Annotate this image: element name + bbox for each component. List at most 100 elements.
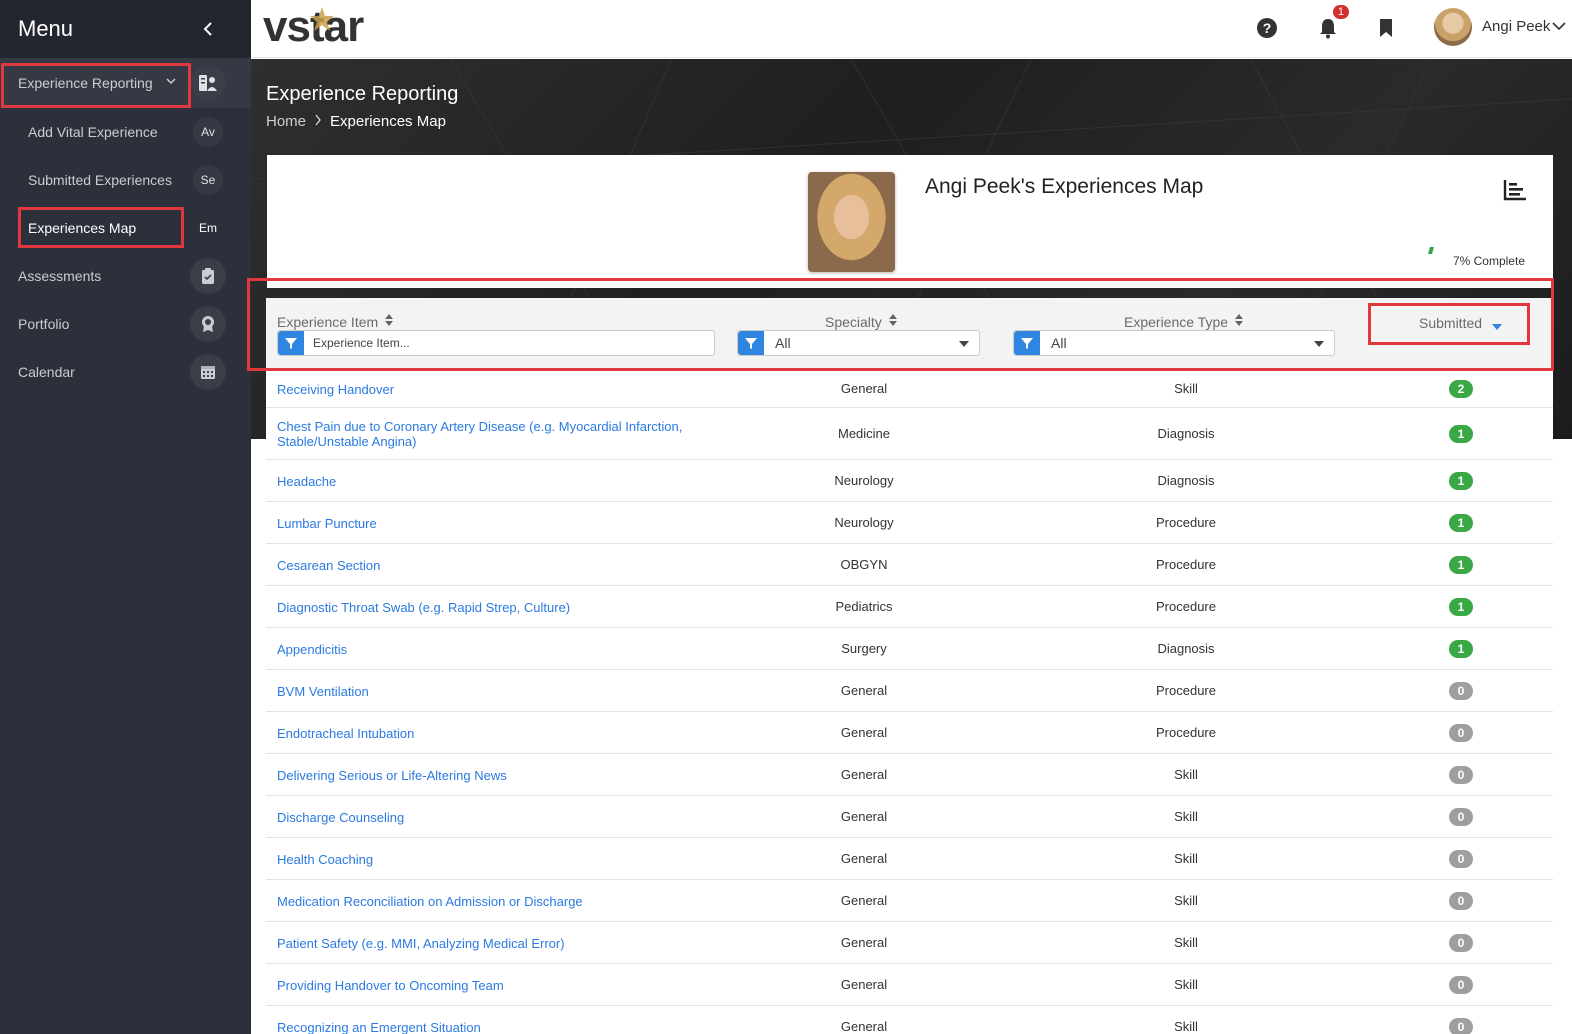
experience-type-cell: Skill xyxy=(1174,1019,1198,1034)
avatar[interactable] xyxy=(1434,8,1472,46)
submitted-count-badge: 0 xyxy=(1449,850,1473,868)
submitted-count-badge: 0 xyxy=(1449,976,1473,994)
experience-item-link[interactable]: Endotracheal Intubation xyxy=(277,726,717,741)
caret-down-icon xyxy=(1314,334,1324,352)
sort-icon xyxy=(384,313,394,330)
experience-type-cell: Procedure xyxy=(1156,683,1216,698)
table-row: Patient Safety (e.g. MMI, Analyzing Medi… xyxy=(266,922,1553,964)
bookmark-icon[interactable] xyxy=(1372,14,1400,42)
sidebar-item-calendar[interactable]: Calendar xyxy=(0,348,251,396)
sidebar-item-badge: Se xyxy=(193,165,223,195)
sidebar-item-experiences-map[interactable]: Experiences Map Em xyxy=(0,204,251,252)
column-header-label: Submitted xyxy=(1419,315,1483,331)
filter-icon[interactable] xyxy=(1014,331,1040,355)
experience-item-link[interactable]: Chest Pain due to Coronary Artery Diseas… xyxy=(277,419,717,449)
sidebar-item-add-vital-experience[interactable]: Add Vital Experience Av xyxy=(0,108,251,156)
column-header-item[interactable]: Experience Item xyxy=(277,313,394,330)
breadcrumb-home[interactable]: Home xyxy=(266,113,306,130)
sidebar-item-portfolio[interactable]: Portfolio xyxy=(0,300,251,348)
specialty-cell: General xyxy=(840,935,888,950)
filter-icon[interactable] xyxy=(738,331,764,355)
reporting-icon xyxy=(190,65,226,101)
progress-indicator xyxy=(1428,247,1434,254)
table-row: Endotracheal Intubation General Procedure 0 xyxy=(266,712,1553,754)
user-name[interactable]: Angi Peek xyxy=(1482,18,1550,35)
sidebar-item-label: Portfolio xyxy=(18,316,70,332)
profile-card: Angi Peek's Experiences Map 7% Complete xyxy=(267,155,1553,288)
experience-item-link[interactable]: Lumbar Puncture xyxy=(277,516,717,531)
completion-text: 7% Complete xyxy=(1452,254,1525,268)
chevron-left-icon[interactable] xyxy=(197,17,221,41)
specialty-cell: Neurology xyxy=(834,473,894,488)
help-icon[interactable]: ? xyxy=(1253,14,1281,42)
column-header-specialty[interactable]: Specialty xyxy=(825,313,898,330)
experience-type-cell: Skill xyxy=(1174,935,1198,950)
bell-icon[interactable]: 1 xyxy=(1314,5,1349,42)
submitted-count-badge: 0 xyxy=(1449,892,1473,910)
submitted-count-badge: 2 xyxy=(1449,380,1473,398)
experience-type-select[interactable]: All xyxy=(1040,335,1314,351)
specialty-cell: General xyxy=(840,893,888,908)
experience-item-link[interactable]: Appendicitis xyxy=(277,642,717,657)
svg-text:?: ? xyxy=(1263,20,1272,36)
specialty-cell: General xyxy=(840,381,888,396)
experience-item-link[interactable]: Discharge Counseling xyxy=(277,810,717,825)
star-icon xyxy=(310,7,334,31)
experience-item-link[interactable]: BVM Ventilation xyxy=(277,684,717,699)
column-header-submitted[interactable]: Submitted xyxy=(1419,313,1503,333)
submitted-count-badge: 1 xyxy=(1449,640,1473,658)
experience-item-link[interactable]: Patient Safety (e.g. MMI, Analyzing Medi… xyxy=(277,936,717,951)
experience-type-cell: Skill xyxy=(1174,809,1198,824)
experience-type-cell: Diagnosis xyxy=(1157,473,1215,488)
experience-type-cell: Skill xyxy=(1174,767,1198,782)
specialty-cell: General xyxy=(840,809,888,824)
experience-item-link[interactable]: Recognizing an Emergent Situation xyxy=(277,1020,717,1034)
experience-item-filter[interactable]: Experience Item... xyxy=(277,330,715,356)
submitted-count-badge: 0 xyxy=(1449,724,1473,742)
specialty-cell: Pediatrics xyxy=(835,599,893,614)
bar-chart-icon[interactable] xyxy=(1503,179,1527,206)
chevron-down-icon[interactable] xyxy=(1552,18,1566,36)
caret-down-icon xyxy=(959,334,969,352)
notification-count: 1 xyxy=(1332,5,1349,19)
experience-item-link[interactable]: Cesarean Section xyxy=(277,558,717,573)
specialty-select[interactable]: All xyxy=(764,335,959,351)
experience-item-link[interactable]: Medication Reconciliation on Admission o… xyxy=(277,894,717,909)
experience-item-link[interactable]: Providing Handover to Oncoming Team xyxy=(277,978,717,993)
sidebar-header: Menu xyxy=(0,0,251,58)
column-header-label: Specialty xyxy=(825,313,882,330)
experience-item-link[interactable]: Health Coaching xyxy=(277,852,717,867)
experience-item-link[interactable]: Diagnostic Throat Swab (e.g. Rapid Strep… xyxy=(277,600,717,615)
specialty-filter[interactable]: All xyxy=(737,330,980,356)
experience-item-link[interactable]: Headache xyxy=(277,474,717,489)
column-header-type[interactable]: Experience Type xyxy=(1124,313,1244,330)
column-header-label: Experience Item xyxy=(277,313,379,330)
experience-type-filter[interactable]: All xyxy=(1013,330,1335,356)
submitted-count-badge: 0 xyxy=(1449,934,1473,952)
sidebar-item-label: Experiences Map xyxy=(28,220,137,236)
sidebar-item-assessments[interactable]: Assessments xyxy=(0,252,251,300)
filter-icon[interactable] xyxy=(278,331,304,355)
experience-type-cell: Procedure xyxy=(1156,599,1216,614)
specialty-cell: General xyxy=(840,683,888,698)
award-icon xyxy=(190,306,226,342)
column-header-label: Experience Type xyxy=(1124,313,1229,330)
table-row: Delivering Serious or Life-Altering News… xyxy=(266,754,1553,796)
table-row: Headache Neurology Diagnosis 1 xyxy=(266,460,1553,502)
submitted-count-badge: 1 xyxy=(1449,556,1473,574)
table-row: Discharge Counseling General Skill 0 xyxy=(266,796,1553,838)
submitted-count-badge: 1 xyxy=(1449,514,1473,532)
sidebar-item-submitted-experiences[interactable]: Submitted Experiences Se xyxy=(0,156,251,204)
specialty-cell: Neurology xyxy=(834,515,894,530)
breadcrumb-current: Experiences Map xyxy=(330,113,446,130)
experience-item-link[interactable]: Receiving Handover xyxy=(277,382,717,397)
page-title: Experience Reporting xyxy=(266,83,459,105)
sidebar-item-experience-reporting[interactable]: Experience Reporting xyxy=(0,58,251,108)
experience-item-link[interactable]: Delivering Serious or Life-Altering News xyxy=(277,768,717,783)
sort-desc-icon xyxy=(1492,317,1503,333)
submitted-count-badge: 0 xyxy=(1449,682,1473,700)
specialty-cell: OBGYN xyxy=(840,557,888,572)
filter-row: Experience Item Experience Item... Speci… xyxy=(266,298,1553,370)
experience-item-input[interactable]: Experience Item... xyxy=(304,336,410,350)
sidebar-item-label: Add Vital Experience xyxy=(28,124,158,140)
